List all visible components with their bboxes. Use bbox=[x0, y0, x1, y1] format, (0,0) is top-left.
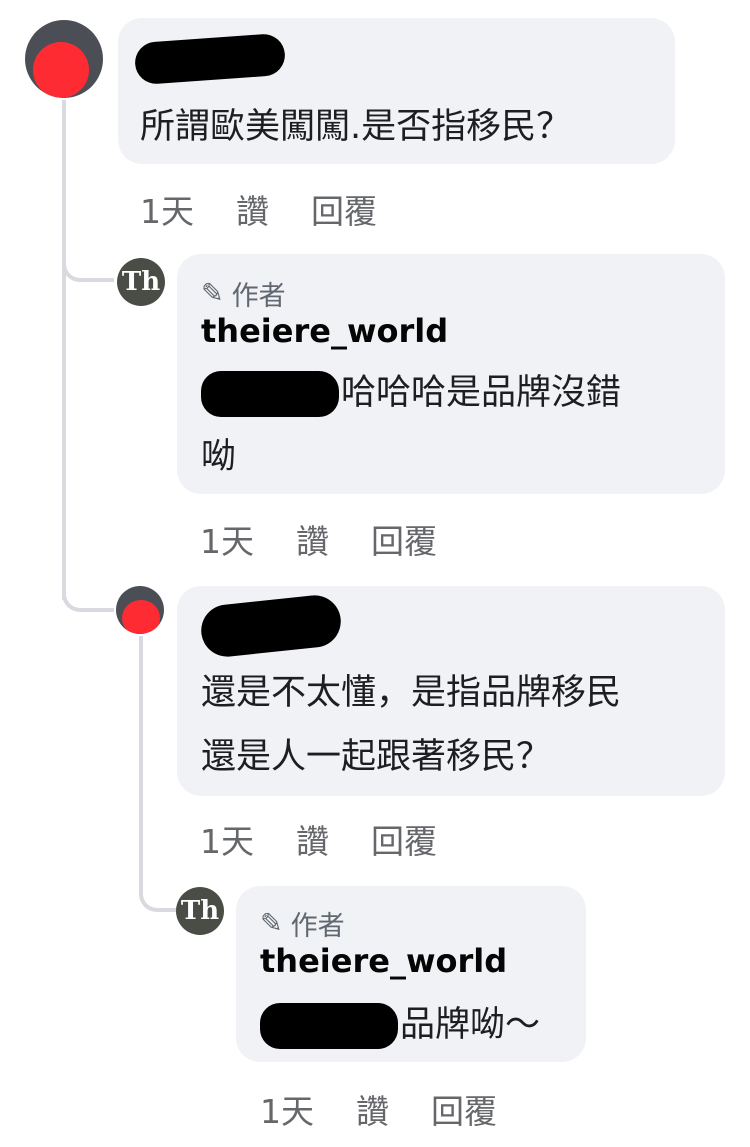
comment-bubble: ✎ 作者 theiere_world 哈哈哈是品牌沒錯 呦 bbox=[177, 254, 725, 494]
comment-text-line2: 還是人一起跟著移民？ bbox=[201, 737, 552, 777]
timestamp: 1天 bbox=[140, 192, 194, 231]
redacted-mention bbox=[260, 1003, 398, 1049]
comment-text-line2: 呦 bbox=[201, 437, 237, 477]
author-badge: ✎ 作者 bbox=[260, 908, 345, 942]
reply-button[interactable]: 回覆 bbox=[311, 185, 377, 233]
like-button[interactable]: 讚 bbox=[356, 1085, 389, 1133]
author-badge: ✎ 作者 bbox=[201, 278, 286, 312]
author-avatar[interactable]: Th bbox=[176, 887, 224, 935]
thread-connector-reply-2 bbox=[62, 570, 114, 612]
comment-bubble: 還是不太懂，是指品牌移民 還是人一起跟著移民？ bbox=[177, 586, 725, 796]
like-button[interactable]: 讚 bbox=[236, 185, 269, 233]
reply-button[interactable]: 回覆 bbox=[371, 815, 437, 863]
like-button[interactable]: 讚 bbox=[296, 515, 329, 563]
comment-actions: 1天 讚 回覆 bbox=[140, 185, 377, 233]
thread-connector-reply-3 bbox=[139, 870, 177, 912]
like-button[interactable]: 讚 bbox=[296, 815, 329, 863]
comment-text: 還是不太懂，是指品牌移民 bbox=[201, 673, 622, 713]
avatar[interactable] bbox=[116, 586, 164, 634]
comment-text: 哈哈哈是品牌沒錯 bbox=[201, 362, 621, 424]
reply-button[interactable]: 回覆 bbox=[371, 515, 437, 563]
timestamp: 1天 bbox=[260, 1092, 314, 1131]
comment-bubble: ✎ 作者 theiere_world 品牌呦～ bbox=[236, 886, 586, 1062]
author-avatar[interactable]: Th bbox=[117, 258, 165, 306]
redacted-username bbox=[198, 592, 344, 660]
timestamp: 1天 bbox=[200, 522, 254, 561]
author-name[interactable]: theiere_world bbox=[201, 312, 448, 350]
pencil-icon: ✎ bbox=[260, 908, 283, 939]
redacted-username bbox=[133, 32, 287, 86]
comment-actions: 1天 讚 回覆 bbox=[200, 515, 437, 563]
comment-actions: 1天 讚 回覆 bbox=[260, 1085, 497, 1133]
reply-button[interactable]: 回覆 bbox=[431, 1085, 497, 1133]
thread-line-lower bbox=[62, 280, 66, 600]
comment-bubble: 所謂歐美闖闖.是否指移民？ bbox=[118, 18, 675, 164]
avatar[interactable] bbox=[25, 20, 103, 98]
comment-actions: 1天 讚 回覆 bbox=[200, 815, 437, 863]
timestamp: 1天 bbox=[200, 822, 254, 861]
redacted-mention bbox=[201, 371, 339, 417]
pencil-icon: ✎ bbox=[201, 278, 224, 309]
comment-text: 所謂歐美闖闖.是否指移民？ bbox=[140, 107, 572, 147]
author-name[interactable]: theiere_world bbox=[260, 942, 507, 980]
comment-text: 品牌呦～ bbox=[260, 994, 540, 1056]
thread-connector-reply-1 bbox=[62, 240, 114, 282]
thread-line-nested bbox=[139, 636, 143, 896]
